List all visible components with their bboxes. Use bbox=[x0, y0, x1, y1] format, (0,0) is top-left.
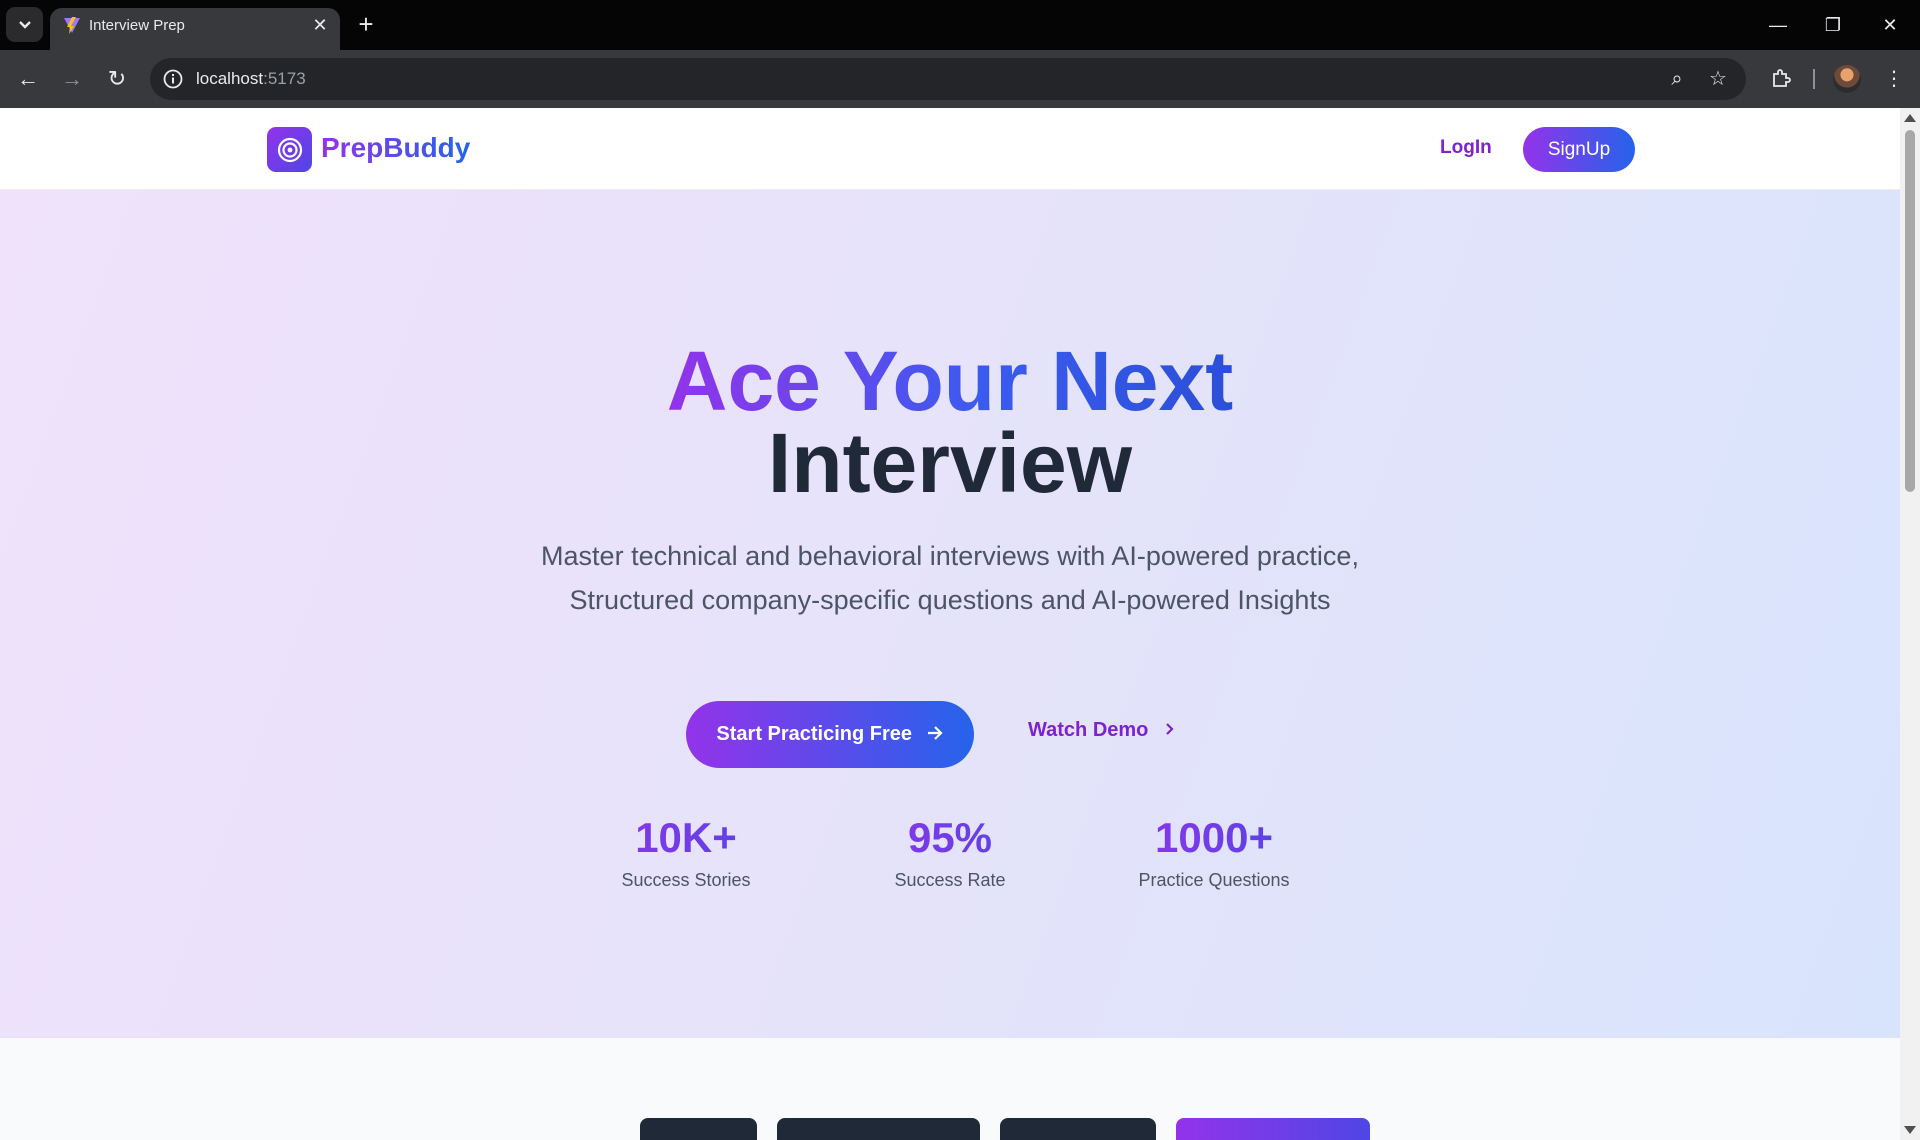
headline-highlight: Ace Your Next bbox=[666, 334, 1234, 428]
signup-button[interactable]: SignUp bbox=[1523, 127, 1635, 172]
profile-avatar[interactable] bbox=[1833, 65, 1861, 93]
scroll-down-arrow-icon[interactable] bbox=[1904, 1126, 1916, 1134]
stat-value: 1000+ bbox=[1104, 814, 1324, 862]
url-port: :5173 bbox=[263, 69, 306, 88]
heading-fragment bbox=[1000, 1118, 1156, 1140]
subtitle-line-2: Structured company-specific questions an… bbox=[569, 585, 1331, 615]
reload-icon[interactable]: ↻ bbox=[101, 63, 133, 95]
scroll-up-arrow-icon[interactable] bbox=[1904, 114, 1916, 122]
zoom-icon[interactable]: ⌕ bbox=[1665, 67, 1689, 91]
page-scrollbar[interactable] bbox=[1900, 108, 1920, 1140]
vite-favicon-icon bbox=[64, 17, 80, 34]
new-tab-icon[interactable]: + bbox=[353, 11, 379, 38]
start-practicing-button[interactable]: Start Practicing Free bbox=[686, 701, 974, 768]
close-tab-icon[interactable]: ✕ bbox=[310, 14, 330, 36]
stat-label: Practice Questions bbox=[1138, 870, 1290, 890]
stat-value: 10K+ bbox=[576, 814, 796, 862]
hero-subtitle: Master technical and behavioral intervie… bbox=[0, 534, 1900, 622]
chevron-right-icon bbox=[1166, 723, 1174, 735]
watch-demo-link[interactable]: Watch Demo bbox=[1028, 719, 1176, 742]
close-window-icon[interactable]: ✕ bbox=[1870, 10, 1910, 40]
toolbar-divider bbox=[1813, 69, 1815, 89]
hero-section: Ace Your Next Interview Master technical… bbox=[0, 190, 1900, 1038]
arrow-right-icon bbox=[927, 726, 943, 740]
page-viewport: PrepBuddy LogIn SignUp Ace Your Next Int… bbox=[0, 108, 1900, 1140]
target-icon bbox=[277, 137, 302, 162]
logo[interactable] bbox=[267, 127, 312, 172]
stat-success-stories: 10K+ Success Stories bbox=[576, 814, 796, 891]
section-heading-cutoff bbox=[640, 1118, 1370, 1140]
subtitle-line-1: Master technical and behavioral intervie… bbox=[541, 541, 1359, 571]
browser-toolbar: ← → ↻ localhost:5173 ⌕ ☆ ⋮ bbox=[0, 50, 1920, 108]
back-icon[interactable]: ← bbox=[12, 63, 44, 95]
stat-label: Success Rate bbox=[894, 870, 1006, 890]
hero-headline: Ace Your Next Interview bbox=[0, 339, 1900, 505]
minimize-icon[interactable]: — bbox=[1758, 10, 1798, 40]
site-navbar: PrepBuddy LogIn SignUp bbox=[0, 108, 1900, 190]
heading-fragment bbox=[640, 1118, 757, 1140]
tab-search-button[interactable] bbox=[6, 7, 43, 42]
stat-value: 95% bbox=[840, 814, 1060, 862]
watch-demo-label: Watch Demo bbox=[1028, 719, 1149, 741]
tab-title: Interview Prep bbox=[89, 17, 185, 34]
extensions-icon[interactable] bbox=[1765, 63, 1797, 95]
brand-name[interactable]: PrepBuddy bbox=[321, 132, 470, 164]
address-bar[interactable]: localhost:5173 ⌕ ☆ bbox=[150, 58, 1746, 100]
heading-fragment-highlight bbox=[1175, 1118, 1370, 1140]
cta-label: Start Practicing Free bbox=[716, 723, 913, 745]
heading-fragment bbox=[776, 1118, 981, 1140]
stat-practice-questions: 1000+ Practice Questions bbox=[1104, 814, 1324, 891]
browser-tab-active[interactable]: Interview Prep ✕ bbox=[50, 8, 340, 50]
site-info-icon[interactable] bbox=[161, 67, 185, 91]
url-host: localhost bbox=[196, 69, 264, 88]
browser-tabstrip: Interview Prep ✕ + — ❐ ✕ bbox=[0, 0, 1920, 50]
bookmark-star-icon[interactable]: ☆ bbox=[1706, 67, 1730, 91]
headline-main: Interview bbox=[767, 416, 1133, 510]
stat-label: Success Stories bbox=[621, 870, 751, 890]
url-text: localhost:5173 bbox=[196, 69, 306, 89]
stat-success-rate: 95% Success Rate bbox=[840, 814, 1060, 891]
restore-icon[interactable]: ❐ bbox=[1813, 10, 1853, 40]
forward-icon[interactable]: → bbox=[56, 63, 88, 95]
scrollbar-thumb[interactable] bbox=[1905, 130, 1915, 492]
kebab-menu-icon[interactable]: ⋮ bbox=[1878, 63, 1910, 95]
chevron-down-icon bbox=[18, 20, 31, 29]
login-link[interactable]: LogIn bbox=[1440, 137, 1492, 159]
features-section-peek bbox=[0, 1038, 1900, 1140]
